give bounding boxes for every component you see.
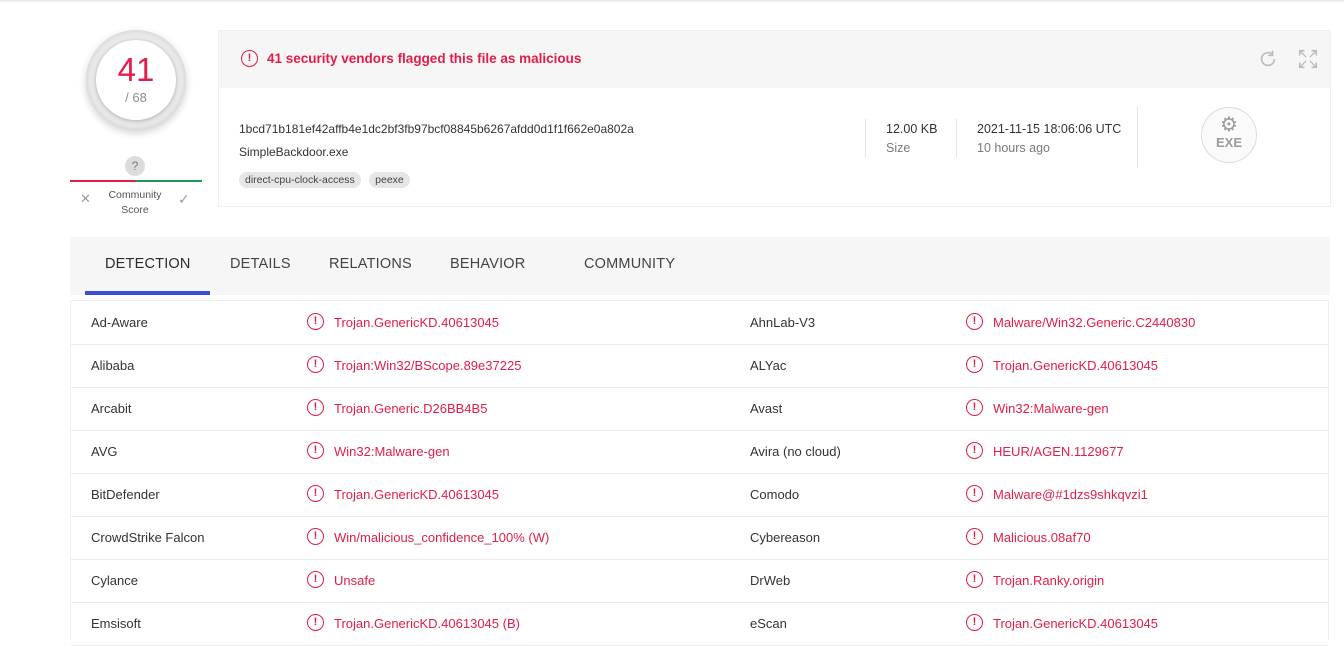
vendor-name: Ad-Aware — [91, 315, 148, 330]
detection-score-inner: 41 / 68 — [96, 40, 176, 120]
file-hash[interactable]: 1bcd71b181ef42affb4e1dc2bf3fb97bcf08845b… — [239, 122, 634, 136]
table-row: Arcabit ! Trojan.Generic.D26BB4B5 Avast … — [71, 387, 1328, 431]
vendor-name: AhnLab-V3 — [750, 315, 816, 330]
vendor-name: DrWeb — [750, 573, 791, 588]
exclamation-circle-icon: ! — [307, 442, 324, 459]
detection-result: Malware/Win32.Generic.C2440830 — [993, 315, 1196, 330]
file-size-value: 12.00 KB — [886, 122, 938, 136]
detections-table: Ad-Aware ! Trojan.GenericKD.40613045 Ahn… — [70, 300, 1329, 646]
vendor-name: Avast — [750, 401, 783, 416]
vendor-name: CrowdStrike Falcon — [91, 530, 205, 545]
file-tags: direct-cpu-clock-access peexe — [239, 170, 414, 188]
community-score-label-line1: Community — [108, 189, 162, 201]
detection-result: Trojan.Ranky.origin — [993, 573, 1105, 588]
scan-date-relative: 10 hours ago — [977, 141, 1050, 155]
vendor-name: Cybereason — [750, 530, 821, 545]
exclamation-circle-icon: ! — [966, 614, 983, 631]
file-name: SimpleBackdoor.exe — [239, 145, 349, 159]
detection-result: Trojan:Win32/BScope.89e37225 — [334, 358, 522, 373]
detection-result: Win32:Malware-gen — [993, 401, 1109, 416]
table-row: Emsisoft ! Trojan.GenericKD.40613045 (B)… — [71, 602, 1328, 646]
exclamation-circle-icon: ! — [307, 313, 324, 330]
like-icon[interactable]: ✓ — [178, 191, 190, 208]
exclamation-circle-icon: ! — [966, 356, 983, 373]
exclamation-circle-icon: ! — [307, 614, 324, 631]
file-info-card: ! 41 security vendors flagged this file … — [218, 30, 1331, 207]
exclamation-circle-icon: ! — [307, 485, 324, 502]
top-shadow — [0, 0, 1344, 3]
vendor-name: Avira (no cloud) — [750, 444, 841, 459]
detection-score-gauge: 41 / 68 — [86, 30, 186, 130]
detection-result: Trojan.GenericKD.40613045 — [334, 315, 500, 330]
dislike-icon[interactable]: ✕ — [80, 191, 91, 207]
vendor-name: Cylance — [91, 573, 138, 588]
expand-icon[interactable] — [1297, 48, 1319, 70]
file-size-label: Size — [886, 141, 911, 155]
scan-date: 2021-11-15 18:06:06 UTC — [977, 122, 1122, 136]
detection-result: Trojan.GenericKD.40613045 — [334, 487, 500, 502]
detection-count: 41 — [117, 51, 155, 88]
community-score-label: Community Score — [100, 188, 170, 218]
detection-result: Trojan.GenericKD.40613045 — [993, 358, 1159, 373]
exclamation-circle-icon: ! — [966, 442, 983, 459]
detection-result: HEUR/AGEN.1129677 — [993, 444, 1124, 459]
gears-icon: ⚙ — [1220, 114, 1238, 136]
detection-result: Trojan.GenericKD.40613045 — [993, 616, 1159, 631]
table-row: Alibaba ! Trojan:Win32/BScope.89e37225 A… — [71, 344, 1328, 388]
exclamation-circle-icon: ! — [966, 528, 983, 545]
table-row: AVG ! Win32:Malware-gen Avira (no cloud)… — [71, 430, 1328, 474]
exclamation-circle-icon: ! — [966, 313, 983, 330]
detection-result: Trojan.Generic.D26BB4B5 — [334, 401, 488, 416]
table-row: BitDefender ! Trojan.GenericKD.40613045 … — [71, 473, 1328, 517]
file-type-badge: ⚙ EXE — [1201, 107, 1257, 163]
table-row: Ad-Aware ! Trojan.GenericKD.40613045 Ahn… — [71, 301, 1328, 345]
vendor-name: BitDefender — [91, 487, 160, 502]
community-score-label-line2: Score — [121, 204, 149, 216]
tab-behavior[interactable]: BEHAVIOR — [450, 256, 525, 272]
detection-result: Trojan.GenericKD.40613045 (B) — [334, 616, 520, 631]
tag-chip[interactable]: peexe — [369, 172, 410, 188]
community-score-bar — [70, 180, 202, 182]
divider — [1137, 107, 1138, 168]
community-score-unknown-icon[interactable]: ? — [125, 156, 145, 176]
vendor-name: Arcabit — [91, 401, 132, 416]
malicious-alert-text: 41 security vendors flagged this file as… — [267, 51, 582, 66]
tab-community[interactable]: COMMUNITY — [584, 256, 675, 272]
file-type-label: EXE — [1215, 135, 1242, 150]
table-row: Cylance ! Unsafe DrWeb ! Trojan.Ranky.or… — [71, 559, 1328, 603]
tab-details[interactable]: DETAILS — [230, 256, 291, 272]
exclamation-circle-icon: ! — [307, 528, 324, 545]
tag-chip[interactable]: direct-cpu-clock-access — [239, 172, 361, 188]
vendor-name: Comodo — [750, 487, 800, 502]
active-tab-indicator — [85, 291, 210, 295]
vendor-name: AVG — [91, 444, 118, 459]
engine-total: / 68 — [125, 90, 147, 105]
reload-icon[interactable] — [1257, 48, 1279, 70]
vendor-name: eScan — [750, 616, 787, 631]
table-row: CrowdStrike Falcon ! Win/malicious_confi… — [71, 516, 1328, 560]
tab-relations[interactable]: RELATIONS — [329, 256, 412, 272]
divider — [956, 119, 957, 157]
exclamation-circle-icon: ! — [307, 399, 324, 416]
detection-result: Win32:Malware-gen — [334, 444, 450, 459]
exclamation-circle-icon: ! — [966, 571, 983, 588]
detection-result: Malware@#1dzs9shkqvzi1 — [993, 487, 1148, 502]
tab-bar: DETECTION DETAILS RELATIONS BEHAVIOR COM… — [70, 237, 1330, 295]
vendor-name: Emsisoft — [91, 616, 141, 631]
tab-detection[interactable]: DETECTION — [105, 256, 191, 272]
vendor-name: ALYac — [750, 358, 787, 373]
detection-result: Malicious.08af70 — [993, 530, 1091, 545]
detection-result: Win/malicious_confidence_100% (W) — [334, 530, 550, 545]
exclamation-circle-icon: ! — [307, 571, 324, 588]
exclamation-circle-icon: ! — [241, 50, 258, 67]
exclamation-circle-icon: ! — [307, 356, 324, 373]
alert-banner: ! 41 security vendors flagged this file … — [219, 31, 1330, 88]
divider — [865, 119, 866, 157]
detection-result: Unsafe — [334, 573, 376, 588]
exclamation-circle-icon: ! — [966, 485, 983, 502]
exclamation-circle-icon: ! — [966, 399, 983, 416]
vendor-name: Alibaba — [91, 358, 135, 373]
